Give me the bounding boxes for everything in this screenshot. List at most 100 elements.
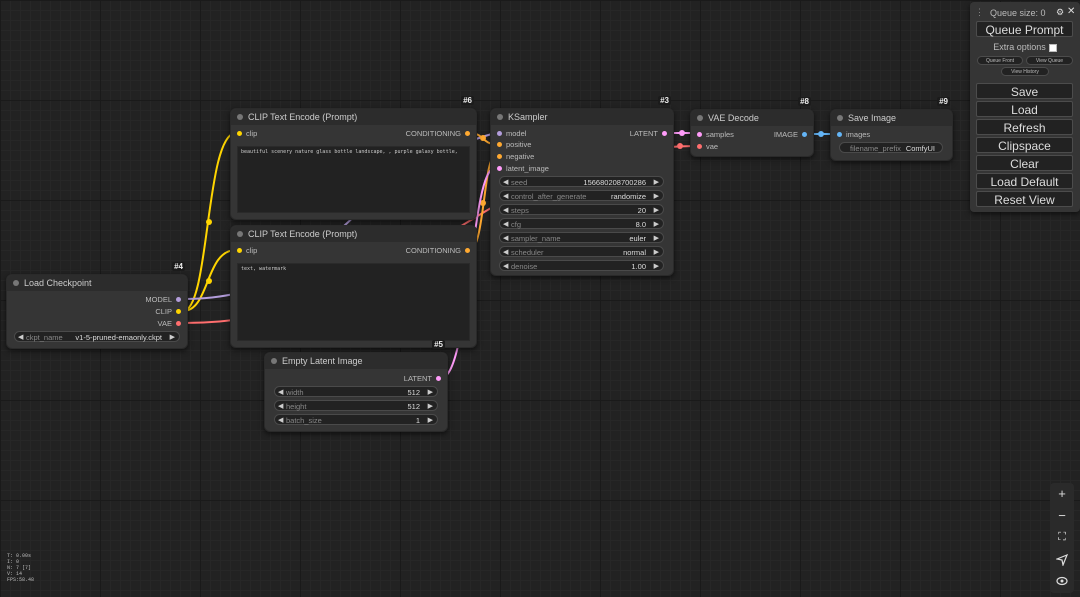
node-title[interactable]: CLIP Text Encode (Prompt) (231, 226, 476, 242)
node-ksampler[interactable]: #3 KSampler model positive negative late… (490, 96, 674, 276)
node-title[interactable]: Save Image (831, 110, 952, 126)
collapse-dot-icon[interactable] (697, 115, 703, 121)
output-conditioning[interactable]: CONDITIONING (406, 246, 470, 256)
arrow-left-icon[interactable]: ◀ (278, 387, 283, 398)
queue-prompt-button[interactable]: Queue Prompt (976, 21, 1073, 37)
arrow-left-icon[interactable]: ◀ (278, 415, 283, 426)
collapse-dot-icon[interactable] (271, 358, 277, 364)
arrow-right-icon[interactable]: ▶ (428, 387, 433, 398)
widget-ckpt-name[interactable]: ◀ ckpt_name v1-5-pruned-emaonly.ckpt ▶ (14, 331, 180, 342)
load-default-button[interactable]: Load Default (976, 173, 1073, 189)
arrow-right-icon[interactable]: ▶ (654, 177, 659, 188)
cursor-icon[interactable] (1050, 549, 1074, 569)
widget-scheduler[interactable]: ◀ scheduler normal ▶ (499, 246, 664, 257)
arrow-left-icon[interactable]: ◀ (503, 247, 508, 258)
input-images[interactable]: images (837, 130, 870, 140)
input-model[interactable]: model (497, 129, 526, 139)
arrow-right-icon[interactable]: ▶ (654, 247, 659, 258)
node-clip-text-encode-positive[interactable]: #6 CLIP Text Encode (Prompt) clip CONDIT… (230, 96, 477, 220)
arrow-left-icon[interactable]: ◀ (503, 261, 508, 272)
minus-icon[interactable]: − (1050, 506, 1074, 526)
node-id: #8 (798, 97, 811, 106)
output-image[interactable]: IMAGE (774, 130, 807, 140)
output-model[interactable]: MODEL (145, 295, 181, 305)
close-icon[interactable]: ✕ (1067, 6, 1075, 17)
view-history-button[interactable]: View History (1001, 67, 1049, 76)
arrow-right-icon[interactable]: ▶ (428, 401, 433, 412)
collapse-dot-icon[interactable] (497, 114, 503, 120)
input-latent-image[interactable]: latent_image (497, 164, 549, 174)
arrow-right-icon[interactable]: ▶ (654, 219, 659, 230)
refresh-button[interactable]: Refresh (976, 119, 1073, 135)
save-button[interactable]: Save (976, 83, 1073, 99)
arrow-right-icon[interactable]: ▶ (654, 233, 659, 244)
widget-batch-size[interactable]: ◀ batch_size 1 ▶ (274, 414, 438, 425)
arrow-right-icon[interactable]: ▶ (654, 261, 659, 272)
arrow-left-icon[interactable]: ◀ (503, 177, 508, 188)
arrow-right-icon[interactable]: ▶ (654, 205, 659, 216)
reset-view-button[interactable]: Reset View (976, 191, 1073, 207)
collapse-dot-icon[interactable] (837, 115, 843, 121)
node-title[interactable]: CLIP Text Encode (Prompt) (231, 109, 476, 125)
input-positive[interactable]: positive (497, 140, 531, 150)
output-conditioning[interactable]: CONDITIONING (406, 129, 470, 139)
extra-options[interactable]: Extra options (970, 42, 1080, 52)
widget-cfg[interactable]: ◀ cfg 8.0 ▶ (499, 218, 664, 229)
prompt-textarea[interactable]: beautiful scenery nature glass bottle la… (237, 146, 470, 213)
widget-width[interactable]: ◀ width 512 ▶ (274, 386, 438, 397)
node-id: #9 (937, 97, 950, 106)
collapse-dot-icon[interactable] (237, 114, 243, 120)
node-title[interactable]: KSampler (491, 109, 673, 125)
arrow-left-icon[interactable]: ◀ (503, 233, 508, 244)
prompt-textarea[interactable]: text, watermark (237, 263, 470, 341)
output-latent[interactable]: LATENT (630, 129, 667, 139)
extra-options-checkbox[interactable] (1048, 43, 1057, 52)
arrow-right-icon[interactable]: ▶ (170, 332, 175, 343)
node-title[interactable]: VAE Decode (691, 110, 813, 126)
input-negative[interactable]: negative (497, 152, 534, 162)
input-clip[interactable]: clip (237, 129, 257, 139)
node-clip-text-encode-negative[interactable]: #7 CLIP Text Encode (Prompt) clip CONDIT… (230, 225, 477, 348)
stat-fps: FPS:58.48 (7, 577, 35, 583)
eye-icon[interactable] (1050, 570, 1074, 590)
arrow-left-icon[interactable]: ◀ (18, 332, 23, 343)
output-vae[interactable]: VAE (158, 319, 181, 329)
plus-icon[interactable]: + (1050, 484, 1074, 504)
collapse-dot-icon[interactable] (13, 280, 19, 286)
fit-view-icon[interactable]: ⛶ (1050, 527, 1074, 547)
output-latent[interactable]: LATENT (404, 374, 441, 384)
widget-sampler-name[interactable]: ◀ sampler_name euler ▶ (499, 232, 664, 243)
input-vae[interactable]: vae (697, 142, 718, 152)
widget-filename-prefix[interactable]: filename_prefix ComfyUI (839, 142, 943, 153)
node-empty-latent-image[interactable]: #5 Empty Latent Image LATENT ◀ width 512 ▶ … (264, 340, 448, 432)
arrow-left-icon[interactable]: ◀ (503, 219, 508, 230)
gear-icon[interactable]: ⚙ (1056, 7, 1064, 18)
clear-button[interactable]: Clear (976, 155, 1073, 171)
load-button[interactable]: Load (976, 101, 1073, 117)
collapse-dot-icon[interactable] (237, 231, 243, 237)
widget-control-after-generate[interactable]: ◀ control_after_generate randomize ▶ (499, 190, 664, 201)
arrow-left-icon[interactable]: ◀ (278, 401, 283, 412)
widget-denoise[interactable]: ◀ denoise 1.00 ▶ (499, 260, 664, 271)
node-load-checkpoint[interactable]: #4 Load Checkpoint MODEL CLIP VAE ◀ ckpt… (6, 262, 188, 349)
node-save-image[interactable]: #9 Save Image images filename_prefix Com… (830, 97, 953, 161)
arrow-left-icon[interactable]: ◀ (503, 205, 508, 216)
node-title[interactable]: Load Checkpoint (7, 275, 187, 291)
input-clip[interactable]: clip (237, 246, 257, 256)
node-vae-decode[interactable]: #8 VAE Decode samples vae IMAGE (690, 97, 814, 157)
widget-seed[interactable]: ◀ seed 156680208700286 ▶ (499, 176, 664, 187)
queue-front-button[interactable]: Queue Front (977, 56, 1023, 65)
node-id: #4 (172, 262, 185, 271)
clipspace-button[interactable]: Clipspace (976, 137, 1073, 153)
arrow-left-icon[interactable]: ◀ (503, 191, 508, 202)
widget-height[interactable]: ◀ height 512 ▶ (274, 400, 438, 411)
widget-steps[interactable]: ◀ steps 20 ▶ (499, 204, 664, 215)
queue-menu-panel: ⋮ Queue size: 0 ⚙ ✕ Queue Prompt Extra o… (970, 2, 1080, 212)
arrow-right-icon[interactable]: ▶ (654, 191, 659, 202)
arrow-right-icon[interactable]: ▶ (428, 415, 433, 426)
output-clip[interactable]: CLIP (155, 307, 181, 317)
node-title[interactable]: Empty Latent Image (265, 353, 447, 369)
view-queue-button[interactable]: View Queue (1026, 56, 1073, 65)
drag-handle-icon[interactable]: ⋮ (975, 7, 984, 18)
input-samples[interactable]: samples (697, 130, 734, 140)
